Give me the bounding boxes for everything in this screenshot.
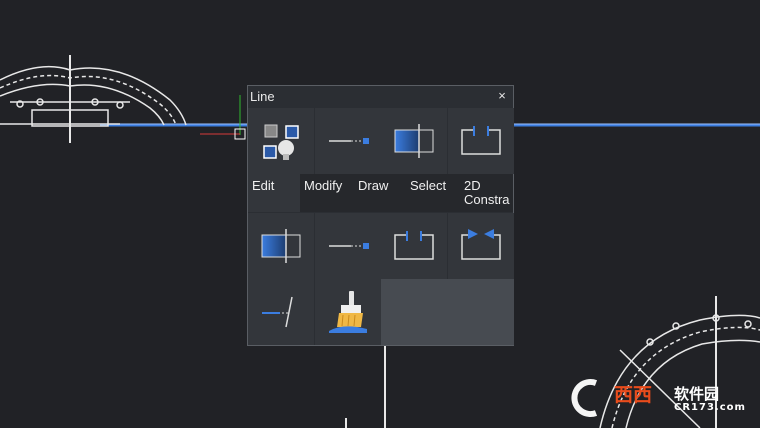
break-bracket-icon — [461, 126, 501, 155]
tool-extend-line[interactable] — [315, 108, 381, 174]
tool-layer-visibility[interactable] — [248, 108, 314, 174]
tab-modify[interactable]: Modify — [304, 174, 354, 212]
empty-tool-area — [381, 279, 514, 345]
join-arrows-icon — [461, 229, 501, 260]
crosshair-cursor — [200, 95, 246, 140]
tool-cleanup-brush[interactable] — [315, 279, 381, 345]
tab-bar: Edit Modify Draw Select 2D Constra — [248, 174, 513, 212]
line-tool-panel[interactable]: Line × Edit Modify Draw Select 2D Constr… — [247, 85, 514, 346]
watermark-domain: CR173.com — [674, 402, 746, 413]
tab-draw[interactable]: Draw — [358, 174, 398, 212]
close-icon[interactable]: × — [495, 86, 509, 106]
break-bracket-icon — [394, 231, 434, 260]
panel-title: Line — [250, 89, 275, 104]
tool-join-arrows[interactable] — [448, 213, 514, 279]
trim-box-icon — [394, 124, 434, 158]
tool-fillet-line[interactable] — [248, 279, 314, 345]
fillet-line-icon — [262, 296, 293, 328]
tab-2d-constraints[interactable]: 2D Constra — [464, 174, 512, 212]
tab-edit[interactable]: Edit — [248, 174, 300, 212]
left-gear-drawing — [0, 55, 187, 143]
tool-trim-box[interactable] — [248, 213, 314, 279]
tool-extend-line[interactable] — [315, 213, 381, 279]
layer-visibility-icon — [263, 124, 299, 160]
extend-line-icon — [329, 138, 369, 144]
watermark-logo: 西西 软件园 CR173.com — [556, 377, 756, 419]
watermark-site: 软件园 — [674, 385, 720, 403]
tool-break-bracket[interactable] — [381, 213, 447, 279]
trim-box-icon — [261, 229, 301, 263]
extend-line-icon — [329, 243, 369, 249]
tool-trim-box[interactable] — [381, 108, 447, 174]
watermark-main: 西西 — [614, 384, 653, 406]
tool-break-bracket[interactable] — [448, 108, 514, 174]
tab-select[interactable]: Select — [410, 174, 458, 212]
cleanup-brush-icon — [329, 291, 367, 333]
